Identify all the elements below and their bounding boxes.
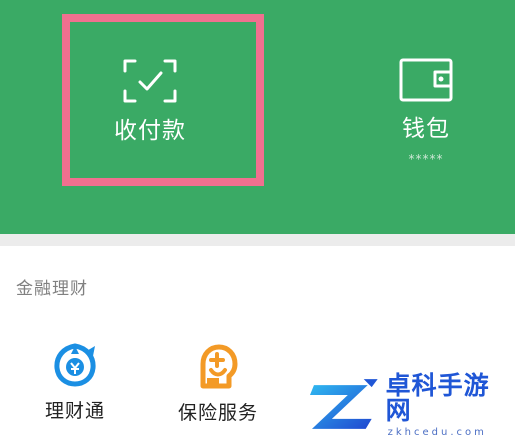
licaitong-button[interactable]: 理财通 [30,342,120,421]
wallet-icon [399,58,453,102]
section-title-finance: 金融理财 [16,279,88,299]
highlight-frame [62,14,264,186]
watermark: 卓科手游网 zkhcedu.com [308,370,515,438]
licaitong-icon [54,343,96,387]
insurance-icon [200,344,238,389]
wallet-label: 钱包 [402,116,450,142]
section-divider [0,234,515,246]
insurance-label: 保险服务 [177,402,258,424]
wallet-balance-masked: ***** [408,152,444,166]
wallet-button[interactable]: 钱包 ***** [386,58,466,165]
watermark-logo-icon [309,379,378,429]
insurance-button[interactable]: 保险服务 [168,342,268,423]
watermark-text: 卓科手游网 [385,370,490,425]
licaitong-label: 理财通 [44,400,105,422]
